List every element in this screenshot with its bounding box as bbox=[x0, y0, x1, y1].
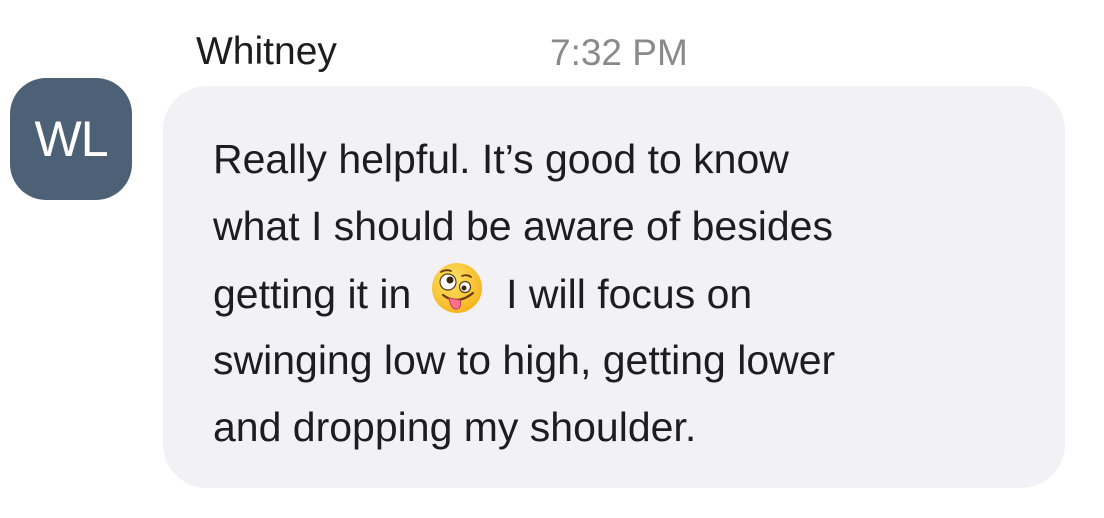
sender-name[interactable]: Whitney bbox=[196, 30, 337, 74]
avatar[interactable]: WL bbox=[10, 78, 132, 200]
message-line: and dropping my shoulder. bbox=[213, 404, 697, 450]
message-line: Really helpful. It’s good to know bbox=[213, 136, 789, 182]
message-line: swinging low to high, getting lower bbox=[213, 337, 836, 383]
message-line: what I should be aware of besides bbox=[213, 203, 833, 249]
message-bubble[interactable]: Really helpful. It’s good to know what I… bbox=[163, 86, 1065, 488]
avatar-initials: WL bbox=[34, 111, 109, 167]
message-header: Whitney 7:32 PM bbox=[196, 28, 1096, 78]
message-text: I will focus on bbox=[506, 271, 753, 317]
zany-face-emoji-icon bbox=[431, 263, 482, 313]
chat-message: WL Whitney 7:32 PM Really helpful. It’s … bbox=[0, 0, 1104, 518]
message-timestamp: 7:32 PM bbox=[550, 32, 688, 73]
message-text: getting it in bbox=[213, 271, 412, 317]
message-line: getting it in I will focus on bbox=[213, 260, 1025, 327]
